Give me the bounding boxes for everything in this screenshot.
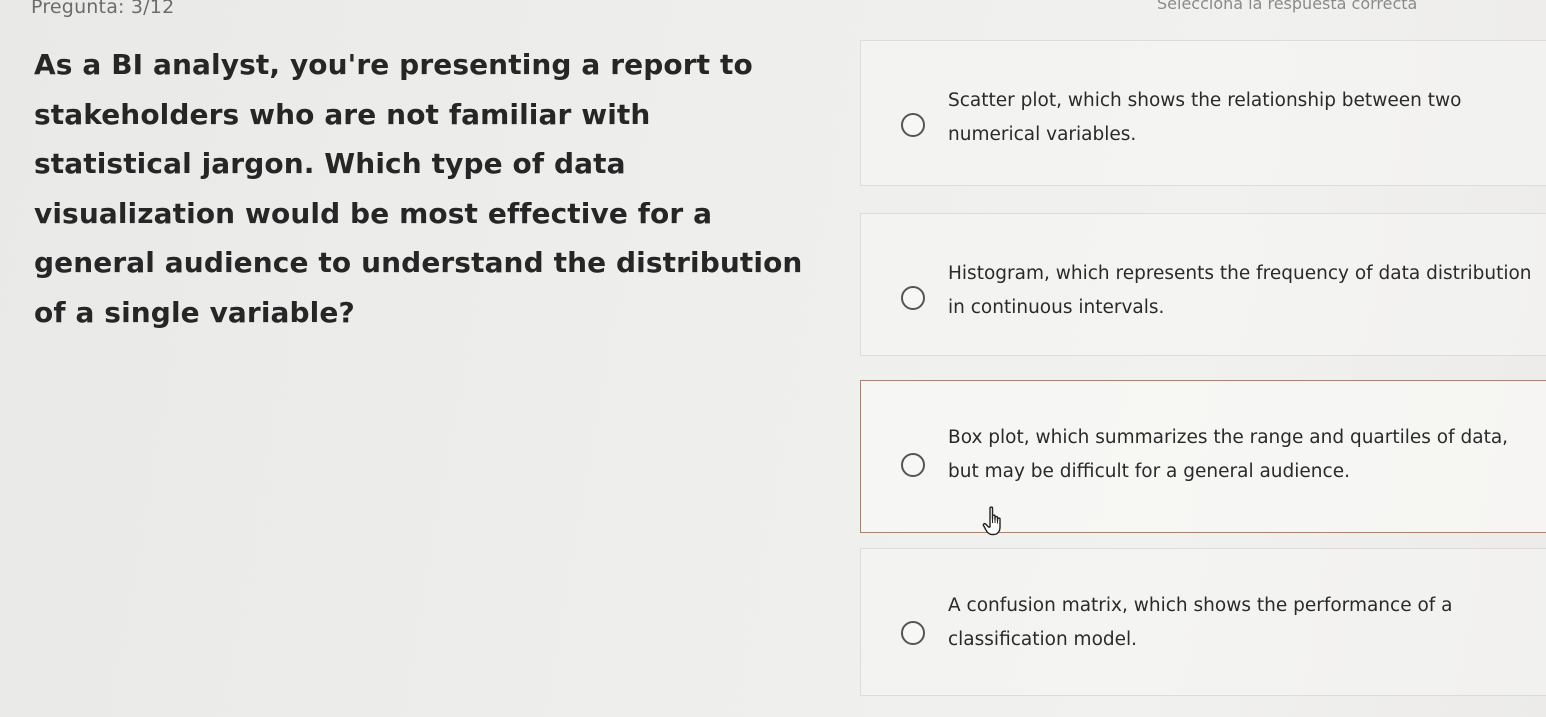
answer-option-label: Scatter plot, which shows the relationsh… <box>948 90 1462 145</box>
question-text: As a BI analyst, you're presenting a rep… <box>34 48 803 329</box>
answer-option-scatter-plot[interactable]: Scatter plot, which shows the relationsh… <box>860 40 1546 186</box>
answer-option-label: Histogram, which represents the frequenc… <box>948 263 1532 318</box>
question-counter: Pregunta: 3/12 <box>31 0 175 18</box>
radio-unselected-icon[interactable] <box>901 286 925 310</box>
radio-unselected-icon[interactable] <box>901 113 925 137</box>
radio-unselected-icon[interactable] <box>901 621 925 645</box>
answer-option-label: A confusion matrix, which shows the perf… <box>948 595 1453 650</box>
radio-unselected-icon[interactable] <box>901 453 925 477</box>
answer-option-box-plot[interactable]: Box plot, which summarizes the range and… <box>860 380 1546 533</box>
answer-option-confusion-matrix[interactable]: A confusion matrix, which shows the perf… <box>860 548 1546 696</box>
answer-option-label: Box plot, which summarizes the range and… <box>948 427 1509 482</box>
answer-option-histogram[interactable]: Histogram, which represents the frequenc… <box>860 213 1546 356</box>
answer-options: Scatter plot, which shows the relationsh… <box>860 0 1546 717</box>
